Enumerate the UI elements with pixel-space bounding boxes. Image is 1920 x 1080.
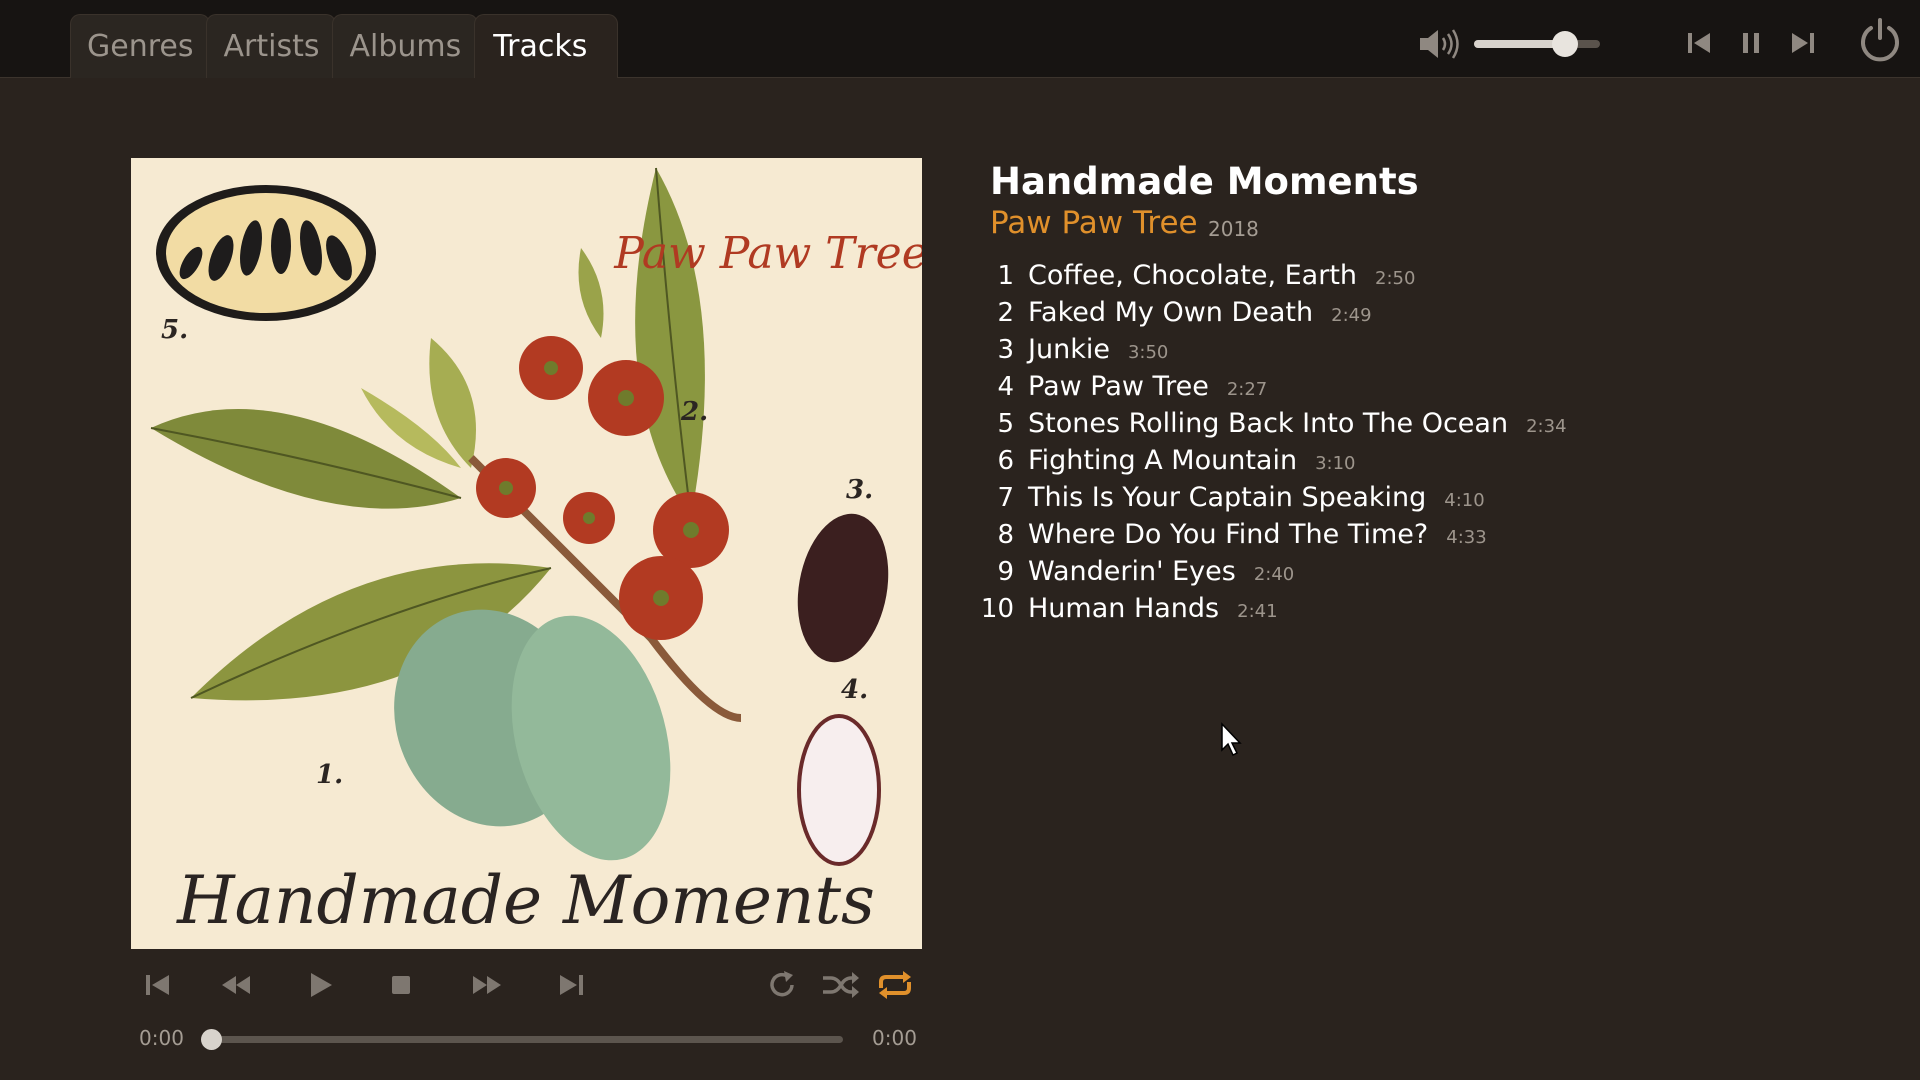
track-row[interactable]: 4 Paw Paw Tree 2:27 — [980, 371, 1680, 408]
shuffle-icon[interactable] — [821, 968, 861, 1002]
track-number: 1 — [997, 261, 1014, 291]
track-title: Stones Rolling Back Into The Ocean — [1028, 408, 1509, 439]
track-row[interactable]: 10 Human Hands 2:41 — [980, 593, 1680, 630]
seek-bar[interactable] — [207, 1036, 843, 1043]
track-row[interactable]: 2 Faked My Own Death 2:49 — [980, 297, 1680, 334]
art-label-1: 1. — [316, 760, 343, 790]
track-row[interactable]: 5 Stones Rolling Back Into The Ocean 2:34 — [980, 408, 1680, 445]
rewind-icon[interactable] — [219, 968, 253, 1002]
mouse-cursor-icon — [1220, 722, 1244, 758]
refresh-icon[interactable] — [765, 968, 799, 1002]
pause-icon[interactable] — [1736, 28, 1766, 58]
track-duration: 2:41 — [1237, 601, 1278, 622]
track-number: 6 — [997, 446, 1014, 476]
seek-row: 0:00 0:00 — [131, 1026, 922, 1052]
elapsed-time: 0:00 — [139, 1026, 184, 1050]
track-duration: 2:50 — [1375, 268, 1416, 289]
fast-forward-icon[interactable] — [470, 968, 504, 1002]
track-title: Junkie — [1028, 334, 1110, 365]
track-number: 3 — [997, 335, 1014, 365]
cut-seed-illustration — [797, 714, 881, 866]
volume-slider-handle[interactable] — [1551, 31, 1578, 57]
track-duration: 2:27 — [1226, 379, 1268, 400]
track-title: Human Hands — [1028, 593, 1220, 624]
tab-genres[interactable]: Genres — [70, 14, 211, 78]
track-number: 8 — [997, 520, 1014, 550]
tab-bar: Genres Artists Albums Tracks — [70, 14, 619, 78]
track-duration: 2:49 — [1331, 305, 1372, 326]
previous-icon[interactable] — [1684, 28, 1714, 58]
art-label-2: 2. — [680, 397, 708, 427]
art-label-3: 3. — [846, 475, 873, 505]
tab-tracks[interactable]: Tracks — [474, 14, 619, 78]
tab-artists[interactable]: Artists — [206, 14, 337, 78]
track-duration: 4:10 — [1444, 490, 1485, 511]
track-title: Coffee, Chocolate, Earth — [1028, 260, 1358, 291]
track-row[interactable]: 3 Junkie 3:50 — [980, 334, 1680, 371]
cut-fruit-illustration — [156, 185, 376, 321]
art-album-name-script: Handmade Moments — [176, 862, 875, 939]
track-number: 5 — [997, 409, 1014, 439]
album-year: 2018 — [1208, 217, 1259, 241]
track-number: 2 — [997, 298, 1014, 328]
track-number: 4 — [997, 372, 1014, 402]
volume-slider[interactable] — [1474, 40, 1600, 48]
track-title: Faked My Own Death — [1028, 297, 1314, 328]
track-duration: 3:50 — [1127, 342, 1169, 363]
track-duration: 2:34 — [1526, 416, 1567, 437]
repeat-icon[interactable] — [875, 968, 915, 1002]
track-title: Paw Paw Tree — [1028, 371, 1209, 402]
track-row[interactable]: 6 Fighting A Mountain 3:10 — [980, 445, 1680, 482]
stop-icon[interactable] — [384, 968, 418, 1002]
track-list: 1 Coffee, Chocolate, Earth 2:50 2 Faked My O… — [980, 260, 1680, 630]
total-time: 0:00 — [872, 1026, 917, 1050]
art-label-5: 5. — [161, 315, 188, 345]
power-icon[interactable] — [1856, 16, 1904, 64]
artist-name[interactable]: Paw Paw Tree — [990, 205, 1198, 241]
track-duration: 4:33 — [1446, 527, 1487, 548]
track-duration: 2:40 — [1253, 564, 1295, 585]
track-title: Where Do You Find The Time? — [1028, 519, 1429, 550]
play-icon[interactable] — [303, 968, 337, 1002]
art-label-4: 4. — [841, 675, 868, 705]
top-bar: Genres Artists Albums Tracks — [0, 0, 1920, 78]
art-band-name-script: Paw Paw Tree — [613, 228, 922, 279]
skip-back-icon[interactable] — [141, 968, 175, 1002]
track-row[interactable]: 7 This Is Your Captain Speaking 4:10 — [980, 482, 1680, 519]
album-art: 5. 2. 3. 4. 1. Paw Paw Tree Handmade Mom… — [131, 158, 922, 949]
track-row[interactable]: 8 Where Do You Find The Time? 4:33 — [980, 519, 1680, 556]
skip-forward-icon[interactable] — [554, 968, 588, 1002]
tab-albums[interactable]: Albums — [332, 14, 479, 78]
volume-icon[interactable] — [1418, 27, 1464, 61]
track-number: 10 — [980, 594, 1014, 624]
seek-bar-handle[interactable] — [201, 1029, 222, 1050]
track-duration: 3:10 — [1315, 453, 1356, 474]
track-title: Fighting A Mountain — [1028, 445, 1298, 476]
album-title: Handmade Moments — [990, 160, 1419, 203]
next-icon[interactable] — [1788, 28, 1818, 58]
track-title: This Is Your Captain Speaking — [1028, 482, 1427, 513]
transport-controls — [131, 960, 922, 1010]
track-number: 7 — [997, 483, 1014, 513]
track-row[interactable]: 1 Coffee, Chocolate, Earth 2:50 — [980, 260, 1680, 297]
track-title: Wanderin' Eyes — [1028, 556, 1236, 587]
track-number: 9 — [997, 557, 1014, 587]
track-row[interactable]: 9 Wanderin' Eyes 2:40 — [980, 556, 1680, 593]
